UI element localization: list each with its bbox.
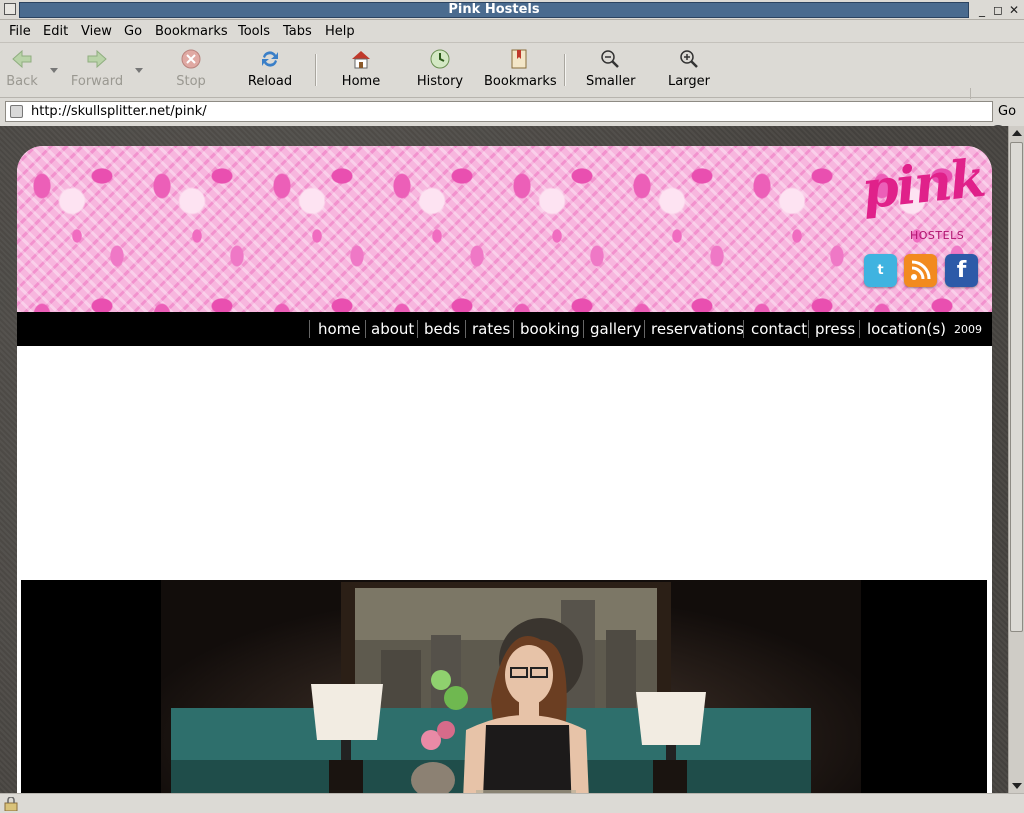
url-field[interactable]: http://skullsplitter.net/pink/ [5, 101, 993, 122]
vertical-scrollbar[interactable] [1008, 126, 1024, 793]
nav-separator [513, 320, 514, 338]
rss-icon[interactable] [904, 254, 937, 287]
nav-home[interactable]: home [318, 320, 361, 338]
nav-contact[interactable]: contact [751, 320, 807, 338]
toolbar-separator [315, 54, 317, 86]
forward-button[interactable]: Forward [70, 48, 124, 94]
zoom-out-button[interactable]: Smaller [586, 48, 636, 94]
nav-booking[interactable]: booking [520, 320, 580, 338]
back-button[interactable]: Back [4, 48, 40, 94]
back-arrow-icon [12, 49, 32, 69]
site-container: pink HOSTELS t f home about beds rates b… [17, 146, 992, 793]
menu-help[interactable]: Help [325, 24, 355, 39]
twitter-icon[interactable]: t [864, 254, 897, 287]
nav-separator [859, 320, 860, 338]
nav-locations[interactable]: location(s) [867, 320, 946, 338]
page-viewport: pink HOSTELS t f home about beds rates b… [0, 126, 1008, 793]
scroll-up-icon[interactable] [1012, 130, 1022, 136]
reload-label: Reload [247, 74, 293, 89]
close-icon[interactable]: ✕ [1006, 2, 1022, 18]
home-icon [352, 51, 370, 69]
smaller-label: Smaller [586, 74, 636, 89]
facebook-icon[interactable]: f [945, 254, 978, 287]
title-bar-area[interactable]: Pink Hostels [19, 2, 969, 18]
menu-file[interactable]: File [9, 24, 31, 39]
menu-tabs[interactable]: Tabs [283, 24, 312, 39]
nav-separator [417, 320, 418, 338]
home-label: Home [341, 74, 381, 89]
menu-go[interactable]: Go [124, 24, 142, 39]
maximize-icon[interactable]: ◻ [990, 2, 1006, 18]
hostel-photo-illustration [21, 580, 987, 793]
history-button[interactable]: History [416, 48, 464, 94]
navigation-toolbar: Back Forward Stop Reload Home History Bo… [0, 44, 1024, 142]
nav-press[interactable]: press [815, 320, 855, 338]
bookmarks-label: Bookmarks [484, 74, 557, 89]
security-lock-icon[interactable] [3, 797, 19, 811]
status-bar [0, 793, 1024, 813]
nav-separator [365, 320, 366, 338]
menu-bookmarks[interactable]: Bookmarks [155, 24, 228, 39]
nav-separator [743, 320, 744, 338]
window-titlebar: Pink Hostels _ ◻ ✕ [0, 0, 1024, 20]
window-menu-icon[interactable] [4, 3, 16, 15]
nav-separator [808, 320, 809, 338]
hero-photo [21, 580, 987, 793]
minimize-icon[interactable]: _ [974, 2, 990, 18]
nav-gallery[interactable]: gallery [590, 320, 641, 338]
nav-beds[interactable]: beds [424, 320, 460, 338]
bookmarks-icon [511, 49, 527, 69]
reload-icon [262, 51, 278, 67]
go-button[interactable]: Go [998, 104, 1016, 119]
site-nav: home about beds rates booking gallery re… [17, 312, 992, 346]
nav-year: 2009 [954, 323, 982, 336]
location-bar: http://skullsplitter.net/pink/ Go [0, 99, 1024, 125]
window-title: Pink Hostels [448, 2, 540, 17]
bookmarks-button[interactable]: Bookmarks [484, 48, 557, 94]
site-logo[interactable]: pink HOSTELS [859, 148, 987, 249]
back-dropdown-icon[interactable] [50, 68, 58, 73]
nav-about[interactable]: about [371, 320, 414, 338]
menu-edit[interactable]: Edit [43, 24, 68, 39]
zoom-out-icon [601, 50, 619, 68]
toolbar-separator [564, 54, 566, 86]
menu-view[interactable]: View [81, 24, 112, 39]
forward-dropdown-icon[interactable] [135, 68, 143, 73]
stop-icon [181, 49, 201, 69]
site-favicon-icon [10, 105, 23, 118]
stop-label: Stop [176, 74, 206, 89]
zoom-in-button[interactable]: Larger [666, 48, 712, 94]
logo-script: pink [859, 147, 987, 222]
menu-bar: File Edit View Go Bookmarks Tools Tabs H… [0, 21, 1024, 43]
reload-button[interactable]: Reload [246, 48, 294, 94]
home-button[interactable]: Home [340, 48, 382, 94]
url-text: http://skullsplitter.net/pink/ [31, 104, 207, 119]
nav-separator [583, 320, 584, 338]
nav-separator [309, 320, 310, 338]
nav-rates[interactable]: rates [472, 320, 510, 338]
nav-separator [644, 320, 645, 338]
nav-separator [465, 320, 466, 338]
forward-label: Forward [70, 74, 124, 89]
logo-subtitle: HOSTELS [910, 229, 965, 242]
scrollbar-thumb[interactable] [1010, 142, 1023, 632]
forward-arrow-icon [87, 49, 107, 69]
larger-label: Larger [668, 74, 710, 89]
nav-reservations[interactable]: reservations [651, 320, 744, 338]
back-label: Back [6, 74, 38, 89]
history-icon [430, 49, 450, 69]
scroll-down-icon[interactable] [1012, 783, 1022, 789]
damask-banner: pink HOSTELS t f [17, 146, 992, 312]
stop-button[interactable]: Stop [172, 48, 210, 94]
history-label: History [416, 74, 464, 89]
zoom-in-icon [680, 50, 698, 68]
menu-tools[interactable]: Tools [238, 24, 270, 39]
